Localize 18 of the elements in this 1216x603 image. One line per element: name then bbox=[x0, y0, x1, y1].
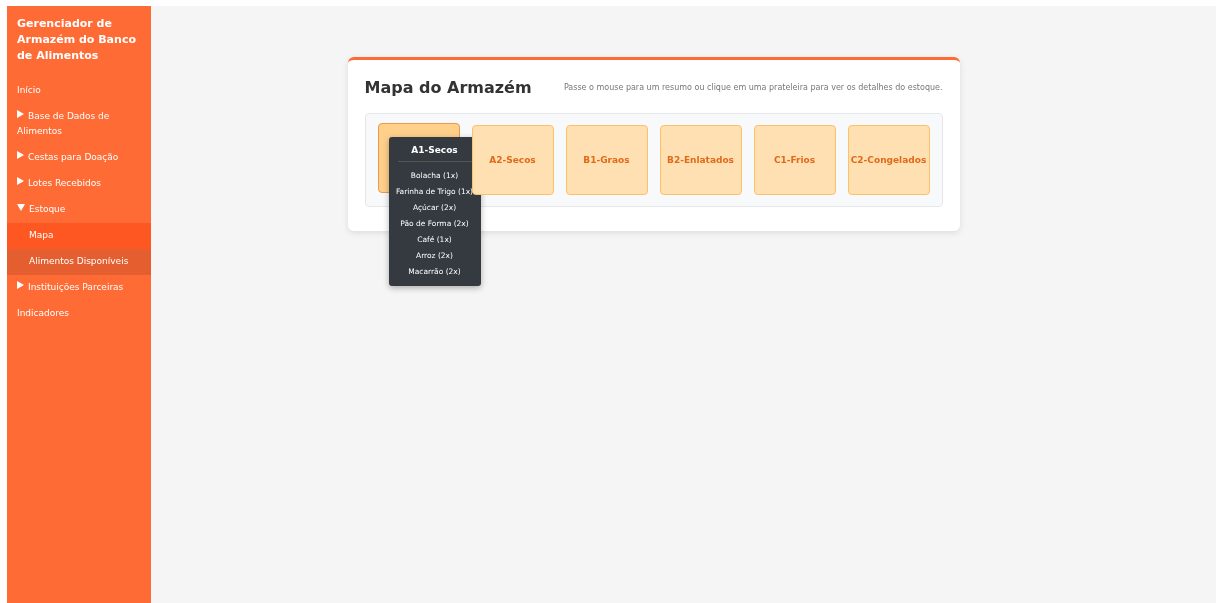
hint-text: Passe o mouse para um resumo ou clique em uma prateleira para ver os detalhes do estoque. bbox=[563, 83, 943, 92]
nav-subitem[interactable]: Alimentos Disponíveis bbox=[7, 249, 151, 275]
shelf[interactable]: B1-Graos bbox=[565, 125, 648, 195]
app-title: Gerenciador de Armazém do Banco de Alimentos bbox=[16, 16, 137, 64]
nav-group[interactable]: Cestas para Doação bbox=[7, 145, 151, 171]
nav-group[interactable]: Base de Dados de Alimentos bbox=[7, 104, 151, 145]
nav-group[interactable]: Lotes Recebidos bbox=[7, 171, 151, 197]
shelf[interactable]: C1-Frios bbox=[753, 125, 836, 195]
nav-group[interactable]: Estoque bbox=[7, 197, 151, 223]
shelf[interactable]: C2-Congelados bbox=[847, 125, 930, 195]
shelf[interactable]: B2-Enlatados bbox=[659, 125, 742, 195]
nav-link[interactable]: Início bbox=[7, 78, 151, 104]
page-title: Mapa do Armazém bbox=[364, 78, 532, 97]
nav-link[interactable]: Indicadores bbox=[7, 301, 151, 327]
nav-subitem[interactable]: Mapa bbox=[7, 223, 151, 249]
nav-group[interactable]: Instituições Parceiras bbox=[7, 275, 151, 301]
shelf[interactable]: A2-Secos bbox=[471, 125, 554, 195]
tooltip-title: A1-Secos bbox=[397, 145, 472, 162]
